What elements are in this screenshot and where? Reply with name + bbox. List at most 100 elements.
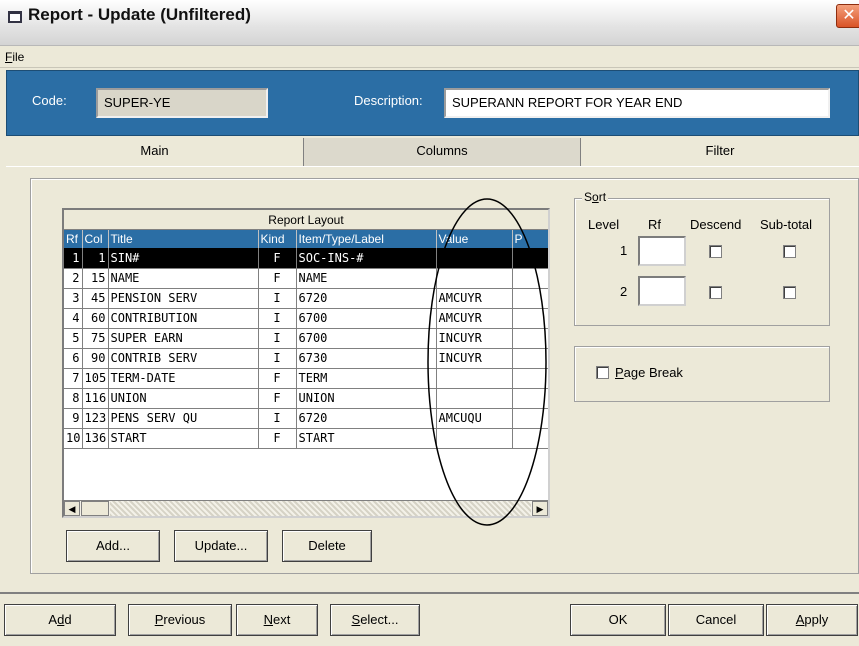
table-cell-title: PENSION SERV: [108, 288, 259, 309]
grid-update-button[interactable]: Update...: [174, 530, 268, 562]
table-row[interactable]: 9 123 PENS SERV QU I 6720 AMCUQU: [64, 408, 548, 429]
scroll-thumb[interactable]: [81, 501, 109, 516]
page-break-checkbox[interactable]: [596, 366, 609, 379]
sort-level-2: 2: [620, 284, 628, 299]
table-cell-kind: F: [258, 368, 297, 389]
table-cell-title: CONTRIB SERV: [108, 348, 259, 369]
table-cell-item: SOC-INS-#: [296, 248, 437, 269]
table-cell-value: INCUYR: [436, 348, 513, 369]
footer-add-button[interactable]: Add: [4, 604, 116, 636]
sort-level-header: Level: [588, 217, 620, 232]
table-cell-col: 60: [82, 308, 109, 329]
table-cell-item: 6720: [296, 408, 437, 429]
footer-select-button[interactable]: Select...: [330, 604, 420, 636]
table-cell-col: 45: [82, 288, 109, 309]
table-cell-value: [436, 248, 513, 269]
table-cell-p: [512, 288, 548, 309]
column-header-col[interactable]: Col: [82, 230, 109, 248]
table-cell-p: [512, 268, 548, 289]
sort-rf-header: Rf: [648, 217, 661, 232]
table-cell-p: [512, 328, 548, 349]
scroll-right-arrow-icon[interactable]: ▶: [532, 501, 548, 516]
grid-delete-button[interactable]: Delete: [282, 530, 372, 562]
tab-columns[interactable]: Columns: [304, 138, 581, 166]
table-cell-rf: 5: [64, 328, 83, 349]
table-cell-item: 6730: [296, 348, 437, 369]
tab-main[interactable]: Main: [6, 138, 304, 166]
sort-subtotal-header: Sub-total: [760, 217, 813, 232]
table-row[interactable]: 10 136 START F START: [64, 428, 548, 449]
footer-apply-button[interactable]: Apply: [766, 604, 858, 636]
table-row[interactable]: 6 90 CONTRIB SERV I 6730 INCUYR: [64, 348, 548, 369]
column-header-title[interactable]: Title: [108, 230, 259, 248]
table-cell-rf: 2: [64, 268, 83, 289]
scroll-track[interactable]: [110, 501, 531, 516]
table-row[interactable]: 7 105 TERM-DATE F TERM: [64, 368, 548, 389]
window-title: Report - Update (Unfiltered): [28, 5, 251, 24]
code-field[interactable]: SUPER-YE: [96, 88, 268, 118]
table-cell-kind: I: [258, 348, 297, 369]
table-cell-col: 1: [82, 248, 109, 269]
table-cell-kind: I: [258, 328, 297, 349]
close-icon: ✕: [842, 7, 856, 24]
table-cell-title: START: [108, 428, 259, 449]
page-break-label[interactable]: Page Break: [615, 365, 683, 380]
table-cell-rf: 4: [64, 308, 83, 329]
footer-previous-button[interactable]: Previous: [128, 604, 232, 636]
table-cell-rf: 6: [64, 348, 83, 369]
sort-descend-checkbox-2[interactable]: [709, 286, 722, 299]
table-cell-value: [436, 388, 513, 409]
report-layout-grid[interactable]: Report Layout Rf Col Title Kind Item/Typ…: [62, 208, 550, 518]
title-bar[interactable]: Report - Update (Unfiltered) ✕: [0, 0, 859, 46]
sort-rf-input-2[interactable]: [638, 276, 686, 306]
grid-horizontal-scrollbar[interactable]: ◀ ▶: [64, 500, 548, 516]
table-cell-title: UNION: [108, 388, 259, 409]
table-cell-value: INCUYR: [436, 328, 513, 349]
table-cell-title: CONTRIBUTION: [108, 308, 259, 329]
table-cell-kind: F: [258, 428, 297, 449]
table-cell-col: 116: [82, 388, 109, 409]
description-field[interactable]: SUPERANN REPORT FOR YEAR END: [444, 88, 830, 118]
sort-legend: Sort: [582, 190, 609, 204]
sort-rf-input-1[interactable]: [638, 236, 686, 266]
table-cell-rf: 3: [64, 288, 83, 309]
table-cell-title: SIN#: [108, 248, 259, 269]
menu-file[interactable]: File: [5, 50, 24, 64]
column-header-rf[interactable]: Rf: [64, 230, 83, 248]
column-header-kind[interactable]: Kind: [258, 230, 297, 248]
footer-next-button[interactable]: Next: [236, 604, 318, 636]
table-cell-item: START: [296, 428, 437, 449]
sort-subtotal-checkbox-2[interactable]: [783, 286, 796, 299]
table-cell-title: PENS SERV QU: [108, 408, 259, 429]
close-button[interactable]: ✕: [836, 4, 859, 28]
scroll-left-arrow-icon[interactable]: ◀: [64, 501, 80, 516]
table-row[interactable]: 5 75 SUPER EARN I 6700 INCUYR: [64, 328, 548, 349]
table-row[interactable]: 2 15 NAME F NAME: [64, 268, 548, 289]
table-cell-rf: 8: [64, 388, 83, 409]
column-header-value[interactable]: Value: [436, 230, 513, 248]
table-row[interactable]: 8 116 UNION F UNION: [64, 388, 548, 409]
table-cell-rf: 9: [64, 408, 83, 429]
tab-filter[interactable]: Filter: [581, 138, 859, 166]
grid-add-button[interactable]: Add...: [66, 530, 160, 562]
sort-descend-header: Descend: [690, 217, 742, 232]
column-header-item[interactable]: Item/Type/Label: [296, 230, 437, 248]
footer-ok-button[interactable]: OK: [570, 604, 666, 636]
table-cell-col: 105: [82, 368, 109, 389]
table-cell-value: [436, 428, 513, 449]
page-break-group: [574, 346, 830, 402]
table-row[interactable]: 1 1 SIN# F SOC-INS-#: [64, 248, 548, 269]
footer-cancel-button[interactable]: Cancel: [668, 604, 764, 636]
table-row[interactable]: 4 60 CONTRIBUTION I 6700 AMCUYR: [64, 308, 548, 329]
column-header-p[interactable]: P: [512, 230, 548, 248]
table-cell-item: 6700: [296, 308, 437, 329]
sort-subtotal-checkbox-1[interactable]: [783, 245, 796, 258]
sort-descend-checkbox-1[interactable]: [709, 245, 722, 258]
table-cell-p: [512, 408, 548, 429]
table-row[interactable]: 3 45 PENSION SERV I 6720 AMCUYR: [64, 288, 548, 309]
table-cell-kind: F: [258, 388, 297, 409]
table-cell-value: [436, 268, 513, 289]
table-cell-value: AMCUYR: [436, 288, 513, 309]
table-cell-p: [512, 248, 548, 269]
table-cell-col: 75: [82, 328, 109, 349]
